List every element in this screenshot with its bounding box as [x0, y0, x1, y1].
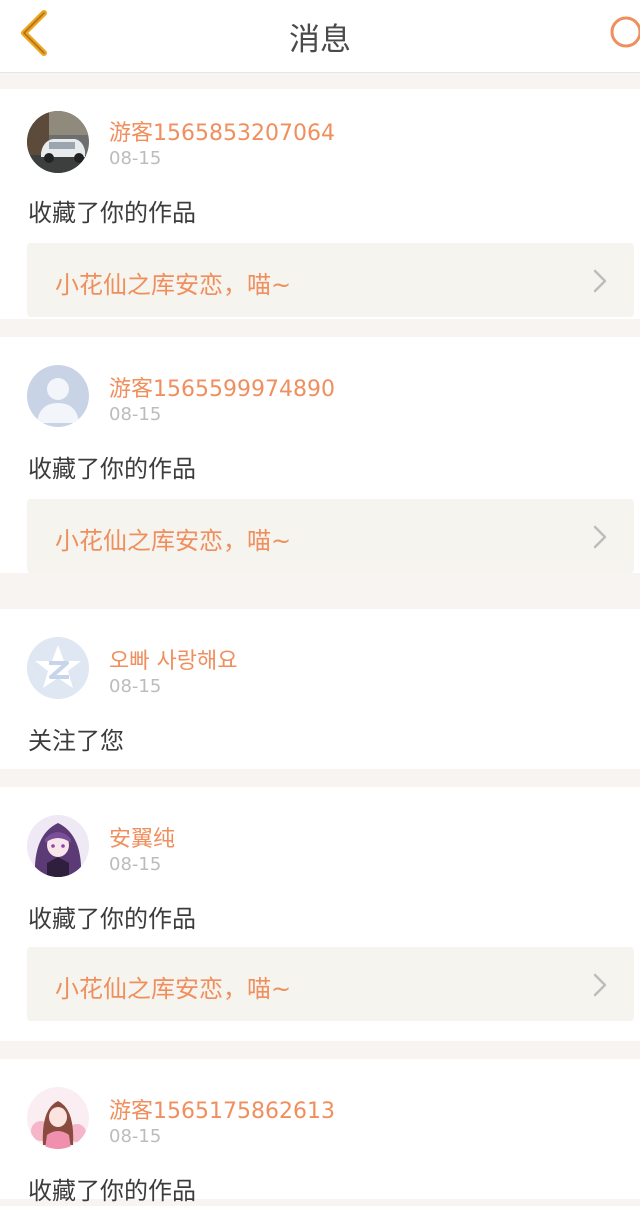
- search-button[interactable]: [602, 10, 640, 54]
- car-photo-icon: [27, 111, 89, 173]
- anime-girl-avatar-icon: [27, 815, 89, 877]
- notification-action: 收藏了你的作品: [28, 905, 196, 933]
- anime-girl-avatar-icon: [27, 1087, 89, 1149]
- avatar[interactable]: [27, 815, 89, 877]
- avatar[interactable]: [27, 1087, 89, 1149]
- chevron-right-icon: [593, 269, 607, 293]
- work-link[interactable]: 小花仙之库安恋，喵~: [27, 243, 634, 317]
- user-name[interactable]: 游客1565599974890: [109, 371, 335, 403]
- search-icon: [610, 16, 640, 48]
- notification-card: 安翼纯 08-15 收藏了你的作品 小花仙之库安恋，喵~: [0, 787, 640, 1041]
- work-title: 小花仙之库安恋，喵~: [55, 975, 292, 1003]
- work-link[interactable]: 小花仙之库安恋，喵~: [27, 947, 634, 1021]
- notification-action: 收藏了你的作品: [28, 199, 196, 227]
- work-title: 小花仙之库安恋，喵~: [55, 527, 292, 555]
- work-title: 小花仙之库安恋，喵~: [55, 271, 292, 299]
- notification-date: 08-15: [109, 148, 162, 169]
- notification-action: 关注了您: [28, 727, 124, 755]
- user-name[interactable]: 游客1565853207064: [109, 115, 335, 147]
- page-title: 消息: [289, 22, 351, 58]
- notification-action: 收藏了你的作品: [28, 1177, 196, 1205]
- avatar[interactable]: [27, 637, 89, 699]
- qzone-logo-icon: [27, 637, 89, 699]
- chevron-right-icon: [593, 973, 607, 997]
- notification-card: 游客1565853207064 08-15 收藏了你的作品 小花仙之库安恋，喵~: [0, 89, 640, 319]
- user-name[interactable]: 游客1565175862613: [109, 1093, 335, 1125]
- notification-card: 游客1565599974890 08-15 收藏了你的作品 小花仙之库安恋，喵~: [0, 337, 640, 573]
- avatar[interactable]: [27, 365, 89, 427]
- work-link[interactable]: 小花仙之库安恋，喵~: [27, 499, 634, 573]
- notification-date: 08-15: [109, 676, 162, 697]
- notification-date: 08-15: [109, 1126, 162, 1147]
- user-name[interactable]: 오빠 사랑해요: [109, 643, 237, 675]
- notification-date: 08-15: [109, 854, 162, 875]
- notification-card: 오빠 사랑해요 08-15 关注了您: [0, 609, 640, 769]
- user-name[interactable]: 安翼纯: [109, 821, 175, 853]
- notification-action: 收藏了你的作品: [28, 455, 196, 483]
- default-user-icon: [27, 365, 89, 427]
- notification-date: 08-15: [109, 404, 162, 425]
- notification-card: 游客1565175862613 08-15 收藏了你的作品: [0, 1059, 640, 1205]
- top-nav-bar: 消息: [0, 0, 640, 73]
- chevron-right-icon: [593, 525, 607, 549]
- avatar[interactable]: [27, 111, 89, 173]
